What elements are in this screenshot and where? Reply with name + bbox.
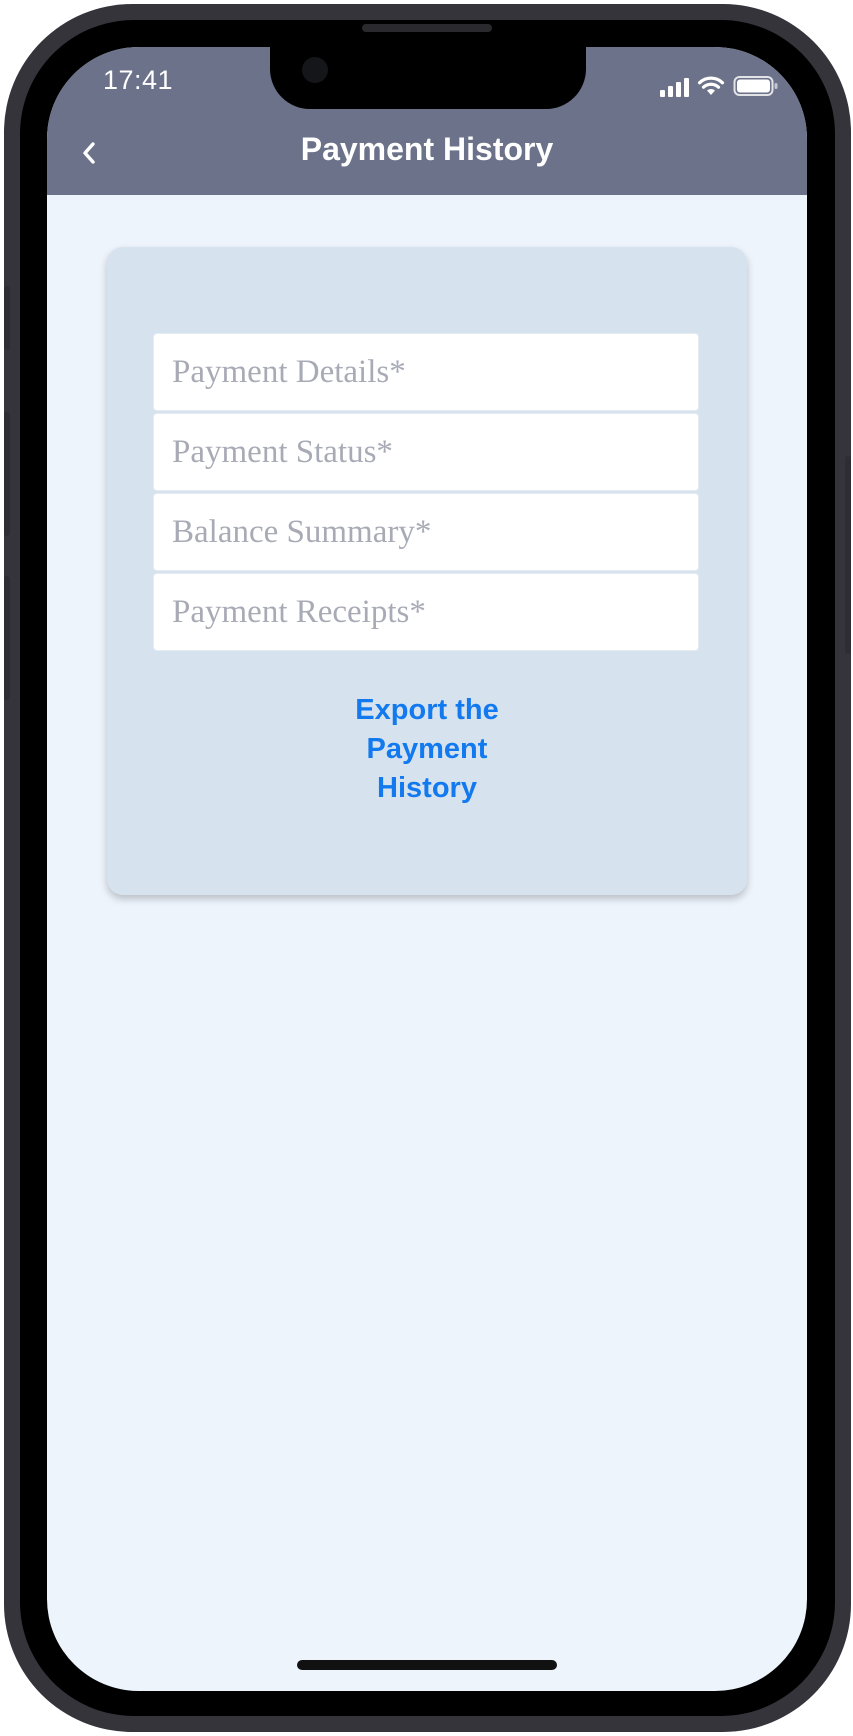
- page-title: Payment History: [300, 131, 554, 167]
- earpiece-speaker: [362, 24, 492, 32]
- export-payment-history-button[interactable]: Export the Payment History: [327, 691, 527, 808]
- export-link-container: Export the Payment History: [107, 691, 747, 808]
- volume-down-button: [4, 576, 10, 700]
- status-time: 17:41: [103, 65, 174, 95]
- volume-up-button: [4, 412, 10, 536]
- front-camera: [302, 57, 328, 83]
- battery-icon: [733, 75, 779, 97]
- payment-receipts-field[interactable]: [153, 573, 699, 651]
- status-icons: [660, 75, 779, 97]
- screen: 17:41 Payment History Payment Details* P…: [47, 47, 807, 1691]
- notch: [270, 47, 586, 109]
- cellular-signal-icon: [660, 77, 689, 97]
- balance-summary-field[interactable]: [153, 493, 699, 571]
- payment-form-card: Export the Payment History: [107, 247, 747, 895]
- power-button: [845, 456, 851, 654]
- silent-switch: [4, 286, 10, 350]
- payment-status-field[interactable]: [153, 413, 699, 491]
- wifi-icon: [697, 75, 725, 97]
- home-indicator[interactable]: [297, 1660, 557, 1670]
- payment-details-field[interactable]: [153, 333, 699, 411]
